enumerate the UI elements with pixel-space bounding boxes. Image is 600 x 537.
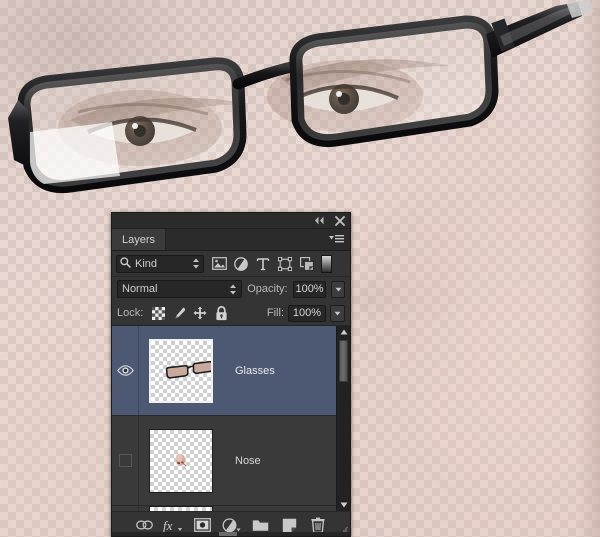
collapse-to-icons-button[interactable] xyxy=(314,215,325,226)
panel-tab-row: Layers xyxy=(112,229,350,251)
eye-icon xyxy=(116,365,134,376)
layer-filter-row: Kind xyxy=(112,251,350,277)
tab-layers[interactable]: Layers xyxy=(112,229,167,250)
blend-mode-stepper-icon[interactable] xyxy=(229,284,237,295)
layer-list[interactable]: Glasses Nose xyxy=(112,326,350,511)
filter-pixel-layers-icon[interactable] xyxy=(208,254,230,274)
opacity-dropdown-icon[interactable] xyxy=(331,280,345,298)
lock-transparent-pixels-icon[interactable] xyxy=(150,305,166,321)
horizontal-scrollbar[interactable] xyxy=(112,532,350,536)
filter-kind-select[interactable]: Kind xyxy=(116,254,204,273)
blend-mode-select[interactable]: Normal xyxy=(117,280,243,298)
filter-adjustment-layers-icon[interactable] xyxy=(230,254,252,274)
scrollbar-track[interactable] xyxy=(337,338,351,499)
layer-name-nose: Nose xyxy=(235,454,261,467)
filter-type-layers-icon[interactable] xyxy=(252,254,274,274)
lock-icon-group xyxy=(150,305,229,321)
lock-row: Lock: Fill: 100% xyxy=(112,301,350,326)
glasses-thumbnail-art xyxy=(165,360,211,379)
svg-text:fx: fx xyxy=(163,518,173,533)
panel-titlebar xyxy=(112,213,350,229)
filter-smart-object-icon[interactable] xyxy=(296,254,318,274)
eye-off-icon xyxy=(118,454,132,467)
panel-menu-icon[interactable] xyxy=(329,229,350,250)
layers-panel[interactable]: Layers Kind Normal Opacity: 100% Lock: F… xyxy=(111,212,351,537)
scrollbar-thumb[interactable] xyxy=(338,340,348,382)
filter-enable-toggle[interactable] xyxy=(321,254,332,273)
opacity-input[interactable]: 100% xyxy=(292,280,327,298)
visibility-toggle-glasses[interactable] xyxy=(112,326,139,415)
eyeglasses-frame xyxy=(8,0,594,194)
blend-mode-value: Normal xyxy=(122,283,158,295)
fill-input[interactable]: 100% xyxy=(288,304,326,322)
filter-type-icons xyxy=(208,254,318,274)
scroll-up-arrow-icon[interactable] xyxy=(337,326,351,338)
nose-thumbnail-art xyxy=(175,453,187,466)
tab-layers-label: Layers xyxy=(122,233,156,246)
lock-all-icon[interactable] xyxy=(213,305,229,321)
opacity-label: Opacity: xyxy=(247,283,288,295)
lock-image-pixels-icon[interactable] xyxy=(171,305,187,321)
lock-label: Lock: xyxy=(117,307,144,319)
filter-kind-label: Kind xyxy=(135,257,158,270)
horizontal-scrollbar-thumb[interactable] xyxy=(219,532,238,536)
fill-dropdown-icon[interactable] xyxy=(330,304,345,322)
lock-position-icon[interactable] xyxy=(192,305,208,321)
layer-row-nose[interactable]: Nose xyxy=(112,416,350,506)
tab-row-spacer xyxy=(166,229,329,250)
glasses-thumbnail[interactable] xyxy=(149,338,213,403)
nose-thumbnail[interactable] xyxy=(149,428,213,493)
blend-mode-row: Normal Opacity: 100% xyxy=(112,277,350,301)
layer-list-scrollbar[interactable] xyxy=(336,326,350,511)
close-panel-button[interactable] xyxy=(334,215,345,226)
search-icon xyxy=(120,256,131,271)
filter-shape-layers-icon[interactable] xyxy=(274,254,296,274)
scroll-down-arrow-icon[interactable] xyxy=(337,499,351,511)
layer-name-glasses: Glasses xyxy=(235,364,275,377)
filter-kind-stepper-icon[interactable] xyxy=(192,258,200,269)
layer-row-glasses[interactable]: Glasses xyxy=(112,326,350,416)
fill-label: Fill: xyxy=(266,307,284,319)
visibility-toggle-nose[interactable] xyxy=(112,416,139,505)
